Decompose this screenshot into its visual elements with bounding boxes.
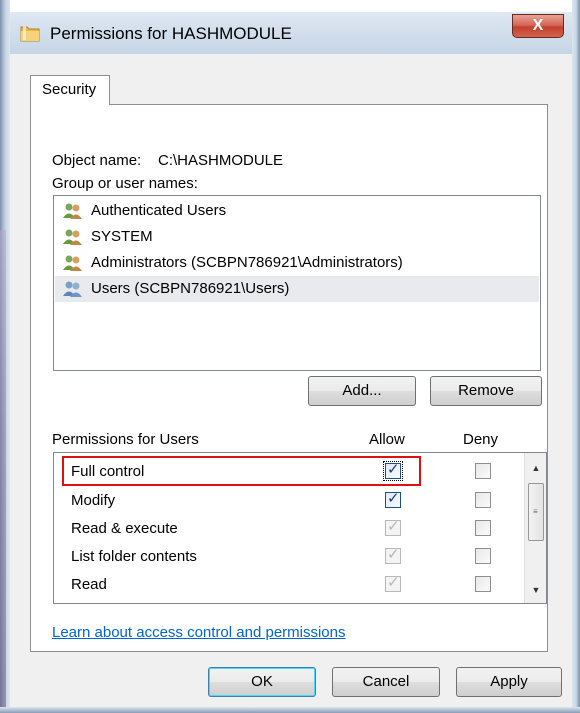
checkmark-icon: ✓ [387,490,400,507]
object-name-value: C:\HASHMODULE [158,152,284,169]
user-name: Users (SCBPN786921\Users) [91,280,290,297]
scroll-down-arrow-icon[interactable]: ▼ [525,581,547,599]
user-name: Authenticated Users [91,202,227,219]
deny-list-folder-contents-checkbox[interactable] [475,548,491,564]
deny-read-execute-checkbox[interactable] [475,520,491,536]
checkmark-icon: ✓ [387,546,400,563]
deny-column-header: Deny [463,431,499,448]
deny-full-control-checkbox[interactable] [475,463,491,479]
window-frame-shadow [0,230,6,713]
permission-row-partial [54,599,524,603]
user-name: SYSTEM [91,228,153,245]
permission-row-list-folder-contents: List folder contents ✓ [54,543,524,571]
tab-security[interactable]: Security [30,75,110,105]
list-item-administrators[interactable]: Administrators (SCBPN786921\Administrato… [55,250,539,276]
allow-read-execute-checkbox[interactable]: ✓ [385,518,401,536]
learn-access-control-link[interactable]: Learn about access control and permissio… [52,624,346,641]
permission-row-read-execute: Read & execute ✓ [54,515,524,543]
allow-column-header: Allow [369,431,405,448]
scroll-grip-icon: ≡ [533,507,538,516]
remove-button[interactable]: Remove [430,376,542,406]
ok-button[interactable]: OK [208,667,316,697]
permission-row-modify: Modify ✓ [54,487,524,515]
full-control-highlight-box [62,456,421,486]
user-group-icon [63,255,82,271]
cancel-button[interactable]: Cancel [332,667,440,697]
permission-name: Modify [71,492,116,509]
group-user-list[interactable]: Authenticated Users SYSTEM Administrator… [53,195,541,371]
window-frame-right [572,0,580,713]
user-group-icon [63,281,82,297]
permission-row-read: Read ✓ [54,571,524,599]
apply-button[interactable]: Apply [456,667,562,697]
list-item-system[interactable]: SYSTEM [55,224,539,250]
object-name-label: Object name: [52,152,142,169]
permissions-dialog: Permissions for HASHMODULE X Security Ob… [0,0,580,713]
permissions-header: Permissions for Users [52,431,199,448]
tab-security-label: Security [42,81,97,98]
folder-icon [20,26,40,42]
user-name: Administrators (SCBPN786921\Administrato… [91,254,403,271]
allow-read-checkbox[interactable]: ✓ [385,574,401,592]
add-button[interactable]: Add... [308,376,416,406]
user-group-icon [63,203,82,219]
checkmark-icon: ✓ [387,574,400,591]
permission-name: Read [71,576,107,593]
allow-modify-checkbox[interactable]: ✓ [385,490,401,508]
scroll-up-arrow-icon[interactable]: ▲ [525,459,547,477]
window-frame-bottom [0,707,580,713]
permission-name: Read & execute [71,520,178,537]
deny-modify-checkbox[interactable] [475,492,491,508]
window-title: Permissions for HASHMODULE [50,24,292,43]
group-names-label: Group or user names: [52,175,198,192]
permission-name: List folder contents [71,548,197,565]
list-item-authenticated-users[interactable]: Authenticated Users [55,198,539,224]
user-group-icon [63,229,82,245]
allow-list-folder-contents-checkbox[interactable]: ✓ [385,546,401,564]
permissions-scrollbar[interactable]: ▲ ≡ ▼ [524,453,546,603]
title-bar-top-edge [0,0,580,12]
title-bar[interactable]: Permissions for HASHMODULE X [0,0,580,54]
list-item-users[interactable]: Users (SCBPN786921\Users) [55,276,539,302]
close-button[interactable]: X [512,14,564,38]
scroll-thumb[interactable]: ≡ [528,483,544,541]
checkmark-icon: ✓ [387,518,400,535]
deny-read-checkbox[interactable] [475,576,491,592]
